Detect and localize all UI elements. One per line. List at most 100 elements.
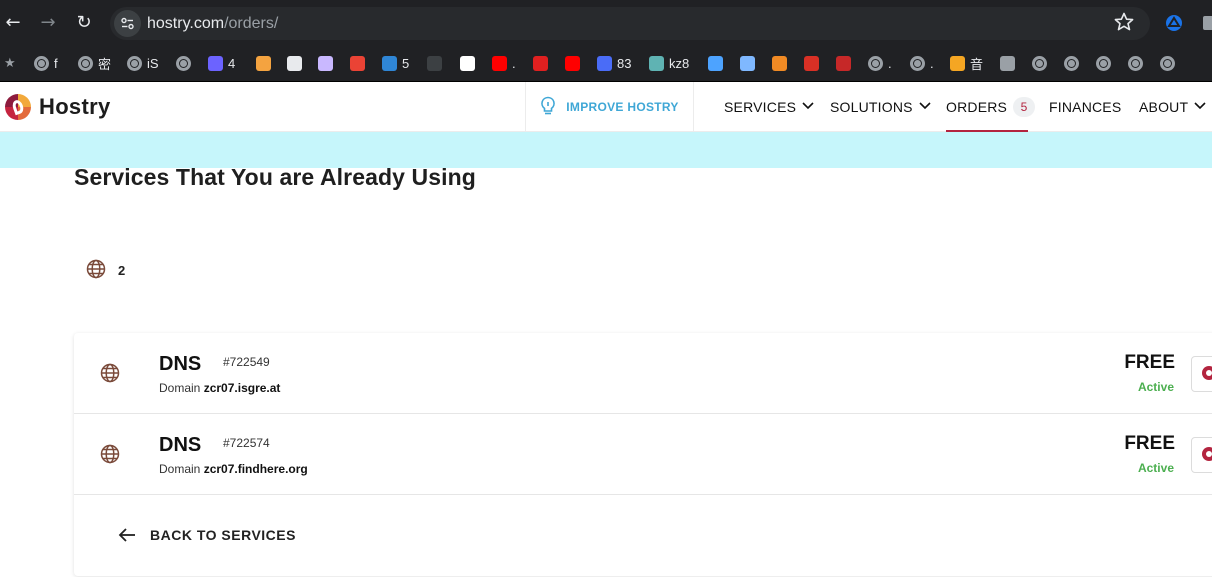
site-header: Hostry IMPROVE HOSTRY SERVICES SOLUTIONS… [0, 82, 1212, 132]
globe-icon [176, 55, 191, 71]
nav-orders[interactable]: ORDERS 5 [946, 82, 1036, 132]
cloud-icon [740, 55, 755, 71]
globe-icon [1032, 55, 1047, 71]
bookmark-item[interactable] [287, 54, 302, 72]
globe-icon [34, 55, 49, 71]
nav-finances-label: FINANCES [1049, 99, 1122, 115]
globe-icon [1096, 55, 1111, 71]
bookmark-item[interactable] [427, 54, 442, 72]
nav-about[interactable]: ABOUT [1139, 82, 1206, 132]
bookmark-item[interactable] [1032, 54, 1047, 72]
gear-icon [1000, 55, 1015, 71]
service-row[interactable]: DNS #722574 Domain zcr07.findhere.org FR… [74, 414, 1212, 495]
nav-orders-label: ORDERS [946, 99, 1008, 115]
hostry-logo[interactable]: Hostry [5, 94, 111, 120]
bookmark-item[interactable] [804, 54, 819, 72]
service-id: #722549 [223, 355, 270, 369]
page-title: Services That You are Already Using [74, 164, 476, 190]
bookmark-item[interactable]: 密 [78, 54, 111, 72]
bookmark-item[interactable] [318, 54, 333, 72]
nav-solutions[interactable]: SOLUTIONS [830, 82, 931, 132]
bookmark-item[interactable]: 5 [382, 54, 409, 72]
bot-icon [208, 55, 223, 71]
browser-toolbar: ← → ↻ hostry.com/orders/ [0, 0, 1212, 46]
gear-icon [1202, 366, 1212, 380]
bookmark-label: . [930, 55, 934, 71]
reload-icon[interactable]: ↻ [73, 11, 95, 35]
bookmark-item[interactable]: 音 [950, 54, 983, 72]
bookmark-label: 5 [402, 55, 410, 71]
bookmark-item[interactable] [1000, 54, 1015, 72]
bookmark-item[interactable] [350, 54, 365, 72]
globe-icon [100, 444, 120, 469]
bookmark-item[interactable]: f [34, 54, 58, 72]
bookmark-item[interactable] [460, 54, 475, 72]
bookmark-star-icon[interactable] [1114, 12, 1134, 37]
bookmark-label: 4 [228, 55, 236, 71]
youtube-icon [492, 55, 507, 71]
back-to-services-link[interactable]: BACK TO SERVICES [118, 526, 296, 544]
domain-filter[interactable]: 2 [86, 259, 125, 282]
address-bar[interactable]: hostry.com/orders/ [110, 7, 1150, 40]
bookmark-item[interactable]: . [868, 54, 892, 72]
bookmark-item[interactable]: kz8 [649, 54, 689, 72]
bookmark-item[interactable] [740, 54, 755, 72]
site-info-icon[interactable] [114, 10, 141, 37]
bookmark-label: 音 [970, 56, 984, 72]
forward-arrow-icon[interactable]: → [37, 11, 59, 35]
bookmarks-star-icon[interactable]: ★ [4, 54, 16, 72]
profile-avatar-icon[interactable] [1165, 14, 1183, 32]
gmail-icon [350, 55, 365, 71]
face-icon [318, 55, 333, 71]
service-domain: Domain zcr07.findhere.org [159, 462, 308, 476]
bookmark-item[interactable] [1128, 54, 1143, 72]
back-arrow-icon[interactable]: ← [2, 11, 24, 35]
bookmark-item[interactable]: . [492, 54, 516, 72]
service-row[interactable]: DNS #722549 Domain zcr07.isgre.at FREE A… [74, 333, 1212, 414]
bookmark-item[interactable] [772, 54, 787, 72]
bookmark-item[interactable] [565, 54, 580, 72]
dark-square-icon [287, 55, 302, 71]
nav-about-label: ABOUT [1139, 99, 1189, 115]
globe-icon [1128, 55, 1143, 71]
bookmark-item[interactable]: iS [127, 54, 159, 72]
bookmark-item[interactable] [1096, 54, 1111, 72]
nav-finances[interactable]: FINANCES [1049, 82, 1121, 132]
gear-icon [1202, 447, 1212, 461]
bookmark-item[interactable] [1160, 54, 1175, 72]
globe-icon [100, 363, 120, 388]
red-square-icon [804, 55, 819, 71]
status-badge: Active [1137, 461, 1174, 475]
service-price: FREE [1124, 433, 1175, 454]
bookmark-label: kz8 [669, 55, 690, 71]
globe-icon [78, 55, 93, 71]
globe-icon [868, 55, 883, 71]
bookmark-item[interactable]: 83 [597, 54, 631, 72]
bookmark-item[interactable]: 4 [208, 54, 235, 72]
bookmark-item[interactable] [708, 54, 723, 72]
bookmark-item[interactable] [1064, 54, 1079, 72]
bookmark-label: 83 [617, 55, 632, 71]
extension-icon[interactable] [1203, 16, 1212, 30]
arrow-left-icon [118, 526, 136, 544]
service-settings-button[interactable] [1191, 356, 1212, 392]
service-settings-button[interactable] [1191, 437, 1212, 473]
bookmark-item[interactable] [533, 54, 548, 72]
bookmark-item[interactable] [836, 54, 851, 72]
chevron-down-icon [919, 101, 931, 113]
bookmark-item[interactable]: . [910, 54, 934, 72]
bookmarks-bar: ★ f 密 iS 4 5. 83 kz8.. 音 [0, 46, 1212, 82]
back-to-services-label: BACK TO SERVICES [150, 527, 296, 543]
bookmark-item[interactable] [256, 54, 271, 72]
logo-text: Hostry [39, 94, 111, 119]
bookmark-item[interactable] [176, 54, 191, 72]
nav-services-label: SERVICES [724, 99, 797, 115]
service-price: FREE [1124, 352, 1175, 373]
chevron-down-icon [1194, 101, 1206, 113]
service-id: #722574 [223, 436, 270, 450]
orders-count-badge: 5 [1013, 97, 1036, 117]
notice-banner [0, 132, 1212, 168]
improve-hostry-button[interactable]: IMPROVE HOSTRY [525, 82, 694, 132]
triangle-icon [649, 55, 664, 71]
nav-services[interactable]: SERVICES [724, 82, 814, 132]
